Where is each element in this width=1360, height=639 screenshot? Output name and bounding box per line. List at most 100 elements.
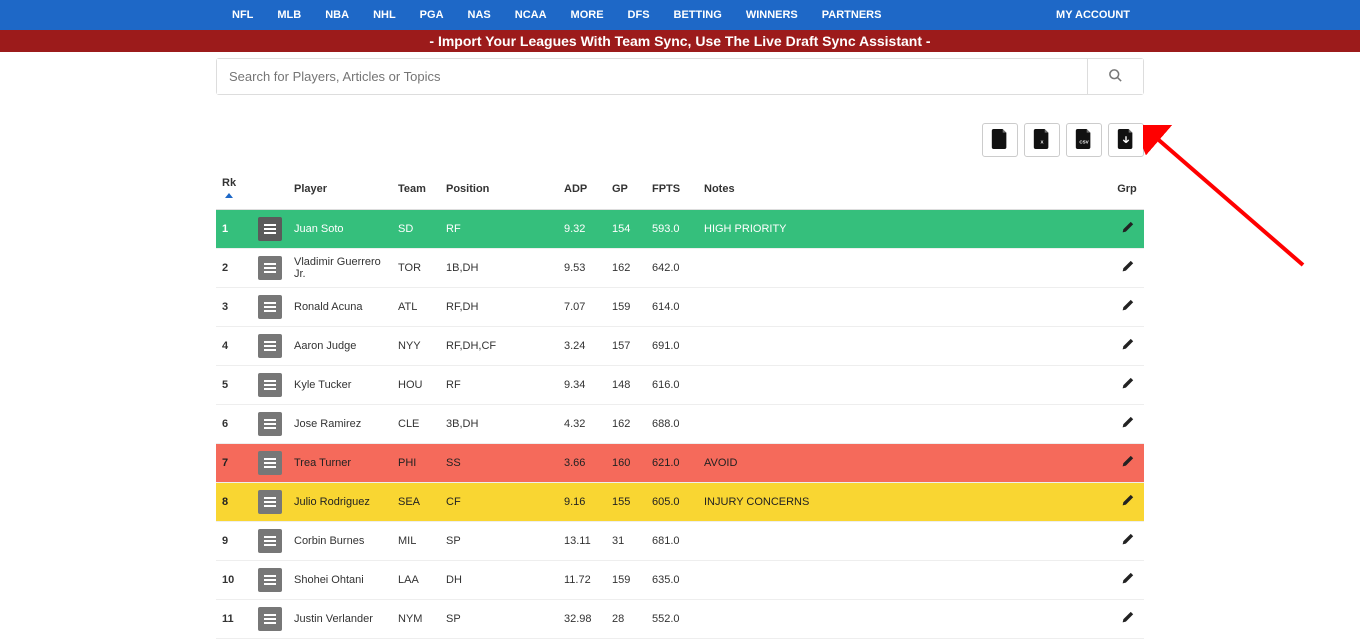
edit-group-button[interactable] xyxy=(1121,260,1134,276)
pencil-icon xyxy=(1121,420,1134,432)
file-pdf-button[interactable] xyxy=(1108,123,1144,157)
edit-group-button[interactable] xyxy=(1121,611,1134,627)
edit-group-button[interactable] xyxy=(1121,416,1134,432)
cell-rank: 9 xyxy=(216,522,252,561)
table-row: 1 Juan Soto SD RF 9.32 154 593.0 HIGH PR… xyxy=(216,210,1144,249)
cell-grp xyxy=(1110,249,1144,288)
cell-drag xyxy=(252,483,288,522)
drag-handle[interactable] xyxy=(258,217,282,241)
cell-player[interactable]: Ronald Acuna xyxy=(288,288,392,327)
nav-item-nba[interactable]: NBA xyxy=(313,9,361,21)
col-rank[interactable]: Rk xyxy=(216,169,252,210)
edit-group-button[interactable] xyxy=(1121,494,1134,510)
col-player[interactable]: Player xyxy=(288,169,392,210)
edit-group-button[interactable] xyxy=(1121,533,1134,549)
search-input[interactable] xyxy=(217,59,1087,94)
edit-group-button[interactable] xyxy=(1121,572,1134,588)
edit-group-button[interactable] xyxy=(1121,299,1134,315)
pencil-icon xyxy=(1121,225,1134,237)
col-position[interactable]: Position xyxy=(440,169,558,210)
cell-notes xyxy=(698,600,1110,639)
drag-icon xyxy=(264,419,276,429)
pencil-icon xyxy=(1121,303,1134,315)
edit-group-button[interactable] xyxy=(1121,377,1134,393)
cell-drag xyxy=(252,249,288,288)
cell-player[interactable]: Kyle Tucker xyxy=(288,366,392,405)
edit-group-button[interactable] xyxy=(1121,338,1134,354)
file-button[interactable] xyxy=(982,123,1018,157)
drag-handle[interactable] xyxy=(258,334,282,358)
nav-item-nas[interactable]: NAS xyxy=(456,9,503,21)
cell-adp: 9.16 xyxy=(558,483,606,522)
cell-position: RF,DH xyxy=(440,288,558,327)
cell-player[interactable]: Vladimir Guerrero Jr. xyxy=(288,249,392,288)
col-adp[interactable]: ADP xyxy=(558,169,606,210)
file-x-button[interactable]: X xyxy=(1024,123,1060,157)
drag-icon xyxy=(264,614,276,624)
drag-handle[interactable] xyxy=(258,607,282,631)
edit-group-button[interactable] xyxy=(1121,455,1134,471)
nav-item-more[interactable]: MORE xyxy=(559,9,616,21)
cell-player[interactable]: Corbin Burnes xyxy=(288,522,392,561)
import-banner[interactable]: - Import Your Leagues With Team Sync, Us… xyxy=(0,30,1360,52)
cell-player[interactable]: Justin Verlander xyxy=(288,600,392,639)
nav-item-ncaa[interactable]: NCAA xyxy=(503,9,559,21)
cell-drag xyxy=(252,327,288,366)
nav-item-partners[interactable]: PARTNERS xyxy=(810,9,894,21)
cell-grp xyxy=(1110,288,1144,327)
cell-notes xyxy=(698,288,1110,327)
cell-adp: 9.53 xyxy=(558,249,606,288)
drag-icon xyxy=(264,263,276,273)
cell-notes: AVOID xyxy=(698,444,1110,483)
drag-icon xyxy=(264,224,276,234)
cell-notes xyxy=(698,405,1110,444)
cell-grp xyxy=(1110,483,1144,522)
cell-grp xyxy=(1110,366,1144,405)
edit-group-button[interactable] xyxy=(1121,221,1134,237)
pencil-icon xyxy=(1121,342,1134,354)
table-row: 2 Vladimir Guerrero Jr. TOR 1B,DH 9.53 1… xyxy=(216,249,1144,288)
drag-handle[interactable] xyxy=(258,490,282,514)
drag-handle[interactable] xyxy=(258,295,282,319)
nav-item-mlb[interactable]: MLB xyxy=(265,9,313,21)
drag-handle[interactable] xyxy=(258,373,282,397)
nav-item-betting[interactable]: BETTING xyxy=(662,9,734,21)
drag-handle[interactable] xyxy=(258,451,282,475)
cell-player[interactable]: Juan Soto xyxy=(288,210,392,249)
drag-handle[interactable] xyxy=(258,256,282,280)
my-account-link[interactable]: MY ACCOUNT xyxy=(1056,9,1130,21)
cell-player[interactable]: Aaron Judge xyxy=(288,327,392,366)
cell-adp: 4.32 xyxy=(558,405,606,444)
drag-handle[interactable] xyxy=(258,412,282,436)
drag-handle[interactable] xyxy=(258,568,282,592)
cell-notes: HIGH PRIORITY xyxy=(698,210,1110,249)
cell-player[interactable]: Julio Rodriguez xyxy=(288,483,392,522)
nav-item-dfs[interactable]: DFS xyxy=(616,9,662,21)
cell-rank: 4 xyxy=(216,327,252,366)
file-x-icon: X xyxy=(1033,129,1051,152)
col-gp[interactable]: GP xyxy=(606,169,646,210)
cell-notes xyxy=(698,561,1110,600)
cell-player[interactable]: Trea Turner xyxy=(288,444,392,483)
search-button[interactable] xyxy=(1087,59,1143,94)
cell-player[interactable]: Shohei Ohtani xyxy=(288,561,392,600)
col-fpts[interactable]: FPTS xyxy=(646,169,698,210)
cell-fpts: 616.0 xyxy=(646,366,698,405)
cell-player[interactable]: Jose Ramirez xyxy=(288,405,392,444)
nav-item-winners[interactable]: WINNERS xyxy=(734,9,810,21)
cell-drag xyxy=(252,405,288,444)
file-csv-button[interactable]: CSV xyxy=(1066,123,1102,157)
nav-item-pga[interactable]: PGA xyxy=(408,9,456,21)
col-notes[interactable]: Notes xyxy=(698,169,1110,210)
drag-handle[interactable] xyxy=(258,529,282,553)
cell-grp xyxy=(1110,210,1144,249)
cell-notes xyxy=(698,249,1110,288)
nav-item-nfl[interactable]: NFL xyxy=(220,9,265,21)
nav-item-nhl[interactable]: NHL xyxy=(361,9,408,21)
cell-notes xyxy=(698,366,1110,405)
cell-team: PHI xyxy=(392,444,440,483)
col-team[interactable]: Team xyxy=(392,169,440,210)
cell-drag xyxy=(252,600,288,639)
col-grp[interactable]: Grp xyxy=(1110,169,1144,210)
table-row: 5 Kyle Tucker HOU RF 9.34 148 616.0 xyxy=(216,366,1144,405)
